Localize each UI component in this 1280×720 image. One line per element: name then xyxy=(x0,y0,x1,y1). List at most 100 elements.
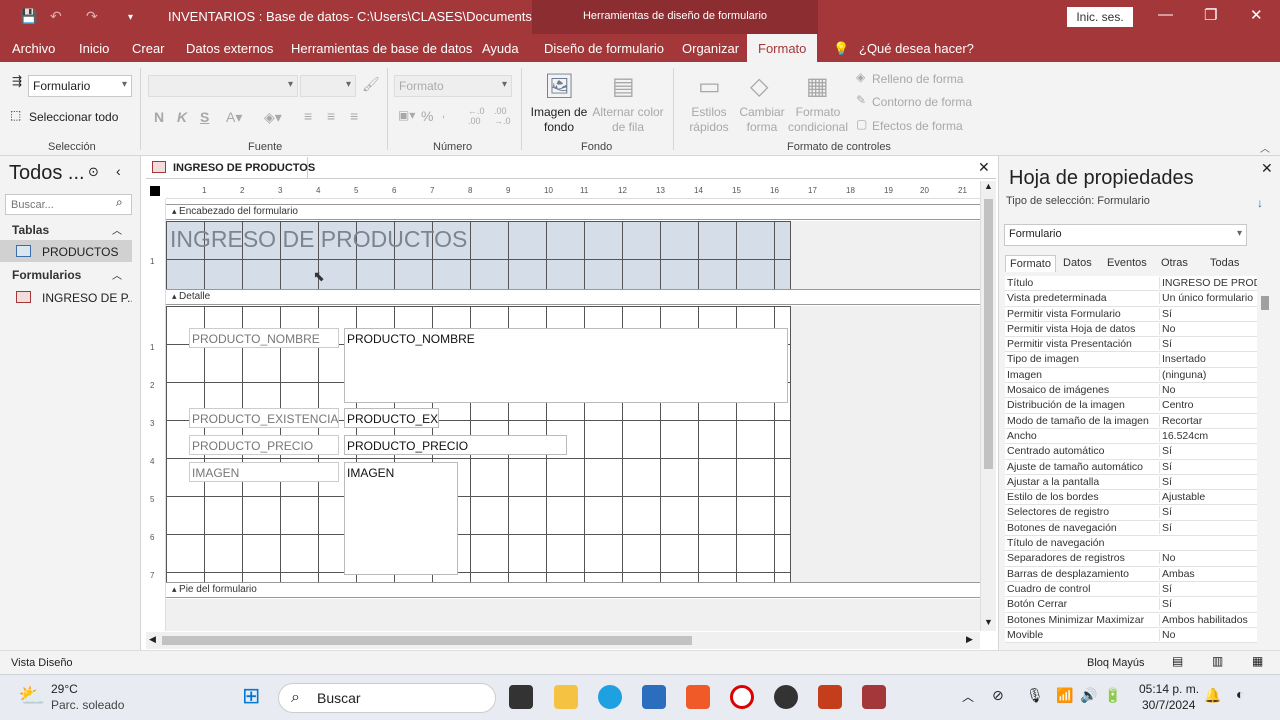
opera-icon[interactable] xyxy=(730,685,754,709)
clock-time[interactable]: 05:14 p. m. xyxy=(1139,682,1199,696)
section-detail-bar[interactable]: Detalle xyxy=(166,289,980,305)
chevron-up-icon[interactable]: ︿ xyxy=(112,222,122,237)
form-design-canvas[interactable]: 1 2 3 4 5 6 7 8 9 10 11 12 13 14 15 16 1… xyxy=(146,181,980,631)
nav-item-ingreso[interactable]: INGRESO DE P... xyxy=(0,286,132,308)
tab-archivo[interactable]: Archivo xyxy=(12,41,55,56)
quick-styles-button[interactable]: Estilos rápidos xyxy=(680,105,738,135)
property-row[interactable]: Permitir vista Formulario Sí xyxy=(1005,306,1257,322)
tab-organizar[interactable]: Organizar xyxy=(682,41,739,56)
property-row[interactable]: Separadores de registros No xyxy=(1005,551,1257,567)
property-row[interactable]: Permitir vista Hoja de datos No xyxy=(1005,321,1257,338)
decrease-decimals-icon[interactable]: .00 →.0 xyxy=(494,106,511,126)
property-value[interactable]: Ambas xyxy=(1159,567,1257,580)
property-value[interactable]: (ninguna) xyxy=(1159,368,1257,381)
property-row[interactable]: Barras de desplazamiento Ambas xyxy=(1005,566,1257,582)
scroll-down-icon[interactable]: ▼ xyxy=(984,617,993,627)
property-value[interactable]: INGRESO DE PRODU xyxy=(1159,277,1257,289)
notification-bell-icon[interactable]: 🔔 xyxy=(1204,687,1221,704)
field-producto-existencia[interactable]: PRODUCTO_EX xyxy=(344,408,439,428)
restore-icon[interactable]: ❐ xyxy=(1204,6,1217,24)
tab-diseno-formulario[interactable]: Diseño de formulario xyxy=(544,41,664,56)
shape-effects-button[interactable]: Efectos de forma xyxy=(872,119,963,133)
shape-fill-button[interactable]: Relleno de forma xyxy=(872,72,963,86)
tab-crear[interactable]: Crear xyxy=(132,41,165,56)
field-producto-precio[interactable]: PRODUCTO_PRECIO xyxy=(344,435,567,455)
label-producto-existencia[interactable]: PRODUCTO_EXISTENCIA xyxy=(189,408,339,428)
property-value[interactable]: Ambos habilitados xyxy=(1159,613,1257,626)
property-value[interactable]: Sí xyxy=(1159,506,1257,519)
property-row[interactable]: Estilo de los bordes Ajustable xyxy=(1005,490,1257,506)
close-document-icon[interactable]: ✕ xyxy=(978,159,990,176)
property-value[interactable]: No xyxy=(1159,384,1257,397)
copilot-icon[interactable]: ◐ xyxy=(1236,686,1244,702)
form-title-label[interactable]: INGRESO DE PRODUCTOS xyxy=(170,226,467,253)
wifi-icon[interactable]: 📶 xyxy=(1056,687,1073,704)
property-value[interactable]: Sí xyxy=(1159,475,1257,488)
increase-decimals-icon[interactable]: ←.0.00 xyxy=(468,106,485,126)
comma-icon[interactable]: , xyxy=(442,108,445,120)
number-format-combo[interactable]: Formato xyxy=(394,75,512,97)
property-value[interactable]: Centro xyxy=(1159,399,1257,412)
nav-section-tables[interactable]: Tablas xyxy=(12,223,49,237)
customize-toolbar-icon[interactable]: ▾ xyxy=(128,12,133,23)
underline-button[interactable]: S xyxy=(200,109,209,125)
property-row[interactable]: Selectores de registro Sí xyxy=(1005,505,1257,521)
form-selector[interactable] xyxy=(150,186,160,196)
network-off-icon[interactable]: ⊘ xyxy=(992,687,1004,704)
property-value[interactable]: Recortar xyxy=(1159,414,1257,427)
property-value[interactable]: Sí xyxy=(1159,307,1257,320)
property-row[interactable]: Título de navegación xyxy=(1005,536,1257,552)
tab-ayuda[interactable]: Ayuda xyxy=(482,41,519,56)
scroll-up-icon[interactable]: ▲ xyxy=(984,181,993,191)
tab-inicio[interactable]: Inicio xyxy=(79,41,109,56)
label-imagen[interactable]: IMAGEN xyxy=(189,462,339,482)
form-view-icon[interactable]: ▤ xyxy=(1172,654,1183,668)
property-value[interactable]: Ajustable xyxy=(1159,491,1257,504)
property-value[interactable]: Sí xyxy=(1159,521,1257,534)
property-row[interactable]: Tipo de imagen Insertado xyxy=(1005,352,1257,368)
property-row[interactable]: Ajuste de tamaño automático Sí xyxy=(1005,459,1257,475)
font-size-combo[interactable] xyxy=(300,75,356,97)
fill-color-icon[interactable]: ◈▾ xyxy=(264,109,282,126)
nav-menu-icon[interactable]: ⊙ xyxy=(88,164,99,180)
property-row[interactable]: Mosaico de imágenes No xyxy=(1005,383,1257,399)
close-icon[interactable]: ✕ xyxy=(1250,6,1263,24)
property-value[interactable]: Sí xyxy=(1159,598,1257,611)
property-value[interactable]: Sí xyxy=(1159,582,1257,595)
store-icon[interactable] xyxy=(642,685,666,709)
format-painter-icon[interactable]: 🖌 xyxy=(362,76,380,93)
chevron-up-icon[interactable]: ︿ xyxy=(112,267,122,282)
tab-herramientas-bd[interactable]: Herramientas de base de datos xyxy=(291,41,472,56)
align-left-icon[interactable]: ≡ xyxy=(304,108,312,124)
shape-outline-button[interactable]: Contorno de forma xyxy=(872,95,972,109)
section-footer-bar[interactable]: Pie del formulario xyxy=(166,582,980,598)
object-combo[interactable]: Formulario xyxy=(1004,224,1247,246)
currency-icon[interactable]: ▣▾ xyxy=(398,108,415,122)
section-header-bar[interactable]: Encabezado del formulario xyxy=(166,204,980,220)
nav-section-forms[interactable]: Formularios xyxy=(12,268,81,282)
property-value[interactable]: No xyxy=(1159,322,1257,335)
property-row[interactable]: Vista predeterminada Un único formulario xyxy=(1005,291,1257,307)
undo-icon[interactable]: ↶ xyxy=(50,8,62,25)
property-row[interactable]: Distribución de la imagen Centro xyxy=(1005,398,1257,414)
percent-icon[interactable]: % xyxy=(421,108,433,124)
change-shape-icon[interactable]: ◇ xyxy=(750,72,768,101)
field-producto-nombre[interactable]: PRODUCTO_NOMBRE xyxy=(344,328,788,403)
nav-title[interactable]: Todos ... xyxy=(9,162,85,185)
property-row[interactable]: Botones Minimizar Maximizar Ambos habilit… xyxy=(1005,612,1257,628)
property-value[interactable]: Sí xyxy=(1159,338,1257,351)
vertical-scrollbar[interactable]: ▲ ▼ xyxy=(980,181,996,631)
tab-formato[interactable]: Formato xyxy=(747,34,818,62)
property-row[interactable]: Modo de tamaño de la imagen Recortar xyxy=(1005,413,1257,429)
property-row[interactable]: Centrado automático Sí xyxy=(1005,444,1257,460)
tab-ingreso-productos[interactable]: INGRESO DE PRODUCTOS xyxy=(146,157,315,179)
object-selector[interactable]: Formulario xyxy=(28,75,132,97)
taskbar-search[interactable]: ⌕ Buscar xyxy=(278,683,496,713)
alternate-row-color-icon[interactable]: ▤ xyxy=(612,72,635,101)
prop-tab-formato[interactable]: Formato xyxy=(1005,255,1056,272)
label-producto-precio[interactable]: PRODUCTO_PRECIO xyxy=(189,435,339,455)
nav-item-productos[interactable]: PRODUCTOS xyxy=(0,240,132,262)
nav-collapse-icon[interactable]: ‹ xyxy=(116,163,121,179)
select-all-button[interactable]: Seleccionar todo xyxy=(29,110,118,124)
property-row[interactable]: Permitir vista Presentación Sí xyxy=(1005,337,1257,353)
